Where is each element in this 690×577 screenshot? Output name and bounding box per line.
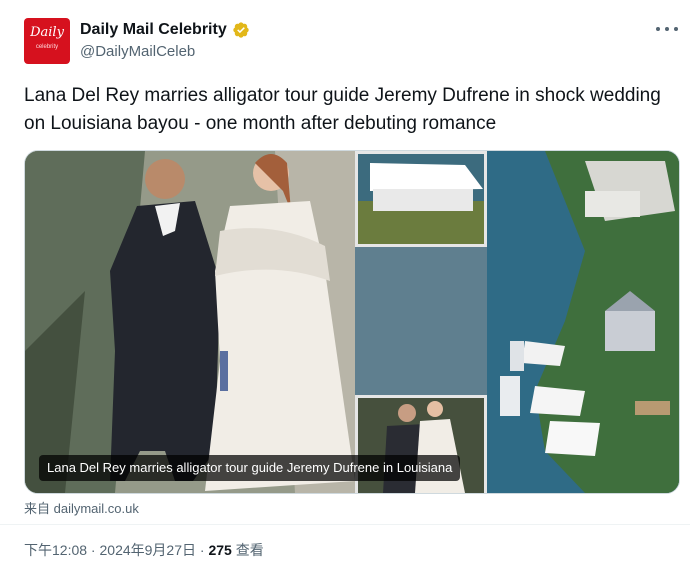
media-caption: Lana Del Rey marries alligator tour guid…	[39, 455, 461, 481]
tweet-date[interactable]: 2024年9月27日	[100, 542, 197, 558]
tweet-time[interactable]: 下午12:08	[24, 542, 87, 558]
meta-separator: ·	[87, 542, 100, 558]
verified-badge-icon	[233, 22, 249, 38]
media-image[interactable]: Lana Del Rey marries alligator tour guid…	[24, 150, 680, 494]
link-source[interactable]: 来自 dailymail.co.uk	[24, 498, 139, 517]
tweet-text: Lana Del Rey marries alligator tour guid…	[24, 85, 661, 134]
wedding-photo-collage	[25, 151, 679, 493]
account-handle[interactable]: @DailyMailCeleb	[80, 43, 195, 60]
tweet: Daily celebrity Daily Mail Celebrity @Da…	[0, 0, 690, 577]
meta-separator: ·	[196, 542, 209, 558]
views-label: 查看	[231, 542, 264, 558]
views-count[interactable]: 275	[208, 542, 231, 558]
name-row: Daily Mail Celebrity	[80, 19, 250, 41]
more-options-icon[interactable]	[655, 20, 679, 38]
display-name[interactable]: Daily Mail Celebrity	[80, 21, 227, 39]
divider	[0, 524, 690, 525]
tweet-meta: 下午12:08 · 2024年9月27日 · 275 查看	[24, 540, 264, 560]
avatar-logo-subtext: celebrity	[35, 44, 59, 50]
avatar-logo-text: Daily	[30, 25, 64, 40]
avatar[interactable]: Daily celebrity	[24, 18, 70, 64]
